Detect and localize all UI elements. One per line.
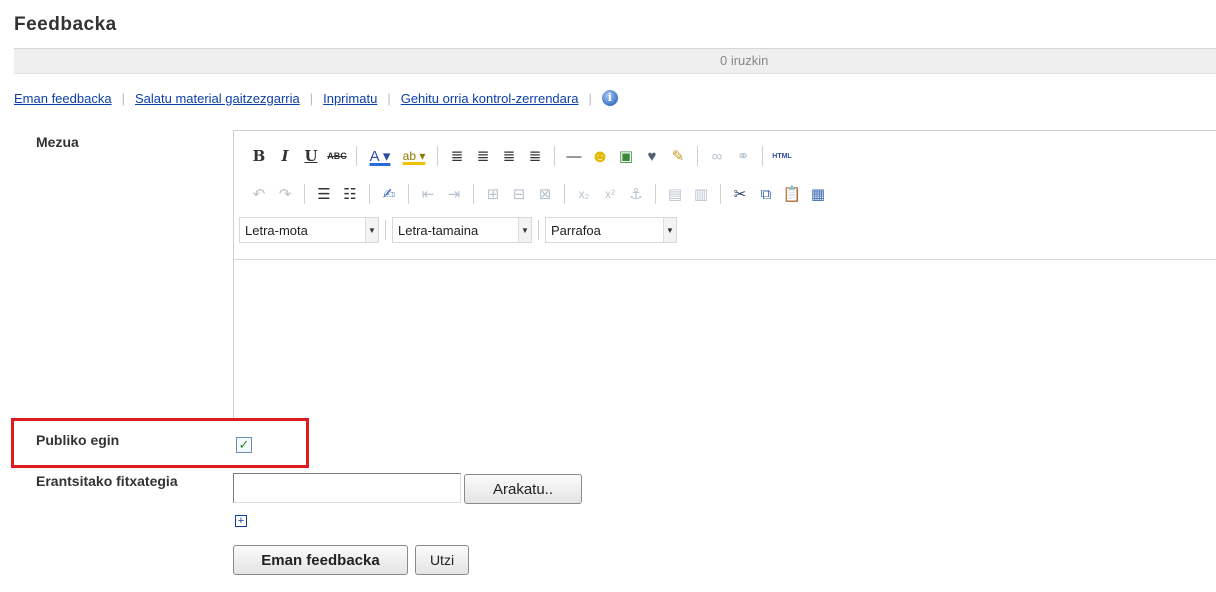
- public-label: Publiko egin: [36, 432, 120, 448]
- font-size-select[interactable]: Letra-tamaina ▼: [392, 217, 532, 243]
- paste-icon[interactable]: 📋: [779, 182, 805, 206]
- toolbar-separator: [304, 184, 305, 204]
- toolbar-separator: [369, 184, 370, 204]
- copy-icon[interactable]: ⧉: [753, 182, 779, 206]
- font-family-select[interactable]: Letra-mota ▼: [239, 217, 379, 243]
- page-title: Feedbacka: [14, 14, 117, 35]
- toolbar-separator: [408, 184, 409, 204]
- font-family-value: Letra-mota: [245, 222, 308, 238]
- align-right-icon[interactable]: ≣: [496, 144, 522, 168]
- font-size-value: Letra-tamaina: [398, 222, 479, 238]
- emoticon-icon[interactable]: ☻: [587, 144, 613, 168]
- print-link[interactable]: Inprimatu: [323, 91, 377, 106]
- message-label: Mezua: [36, 134, 79, 150]
- subscript-icon[interactable]: x₂: [571, 182, 597, 206]
- separator: |: [387, 90, 391, 106]
- highlight-icon[interactable]: ab ▾: [397, 144, 431, 168]
- redo-icon[interactable]: ↷: [272, 182, 298, 206]
- attachment-file-input[interactable]: [233, 473, 461, 503]
- italic-icon[interactable]: I: [272, 144, 298, 168]
- select-all-icon[interactable]: ▤: [662, 182, 688, 206]
- info-icon[interactable]: i: [601, 90, 618, 106]
- underline-icon[interactable]: U: [298, 144, 324, 168]
- paragraph-format-select[interactable]: Parrafoa ▼: [545, 217, 677, 243]
- bullet-list-icon[interactable]: ☰: [311, 182, 337, 206]
- submit-feedback-button[interactable]: Eman feedbacka: [233, 545, 408, 575]
- add-checklist-link[interactable]: Gehitu orria kontrol-zerrendara: [401, 91, 579, 106]
- chevron-down-icon: ▼: [663, 218, 676, 242]
- superscript-icon[interactable]: x²: [597, 182, 623, 206]
- chevron-down-icon: ▼: [365, 218, 378, 242]
- editor-content-area[interactable]: [234, 259, 1216, 420]
- bold-icon[interactable]: B: [246, 144, 272, 168]
- toolbar-separator: [473, 184, 474, 204]
- give-feedback-link[interactable]: Eman feedbacka: [14, 91, 112, 106]
- justify-icon[interactable]: ≣: [522, 144, 548, 168]
- separator: |: [121, 90, 125, 106]
- chevron-down-icon: ▼: [518, 218, 531, 242]
- html-icon[interactable]: HTML: [769, 144, 795, 168]
- edit-icon[interactable]: ✍: [376, 182, 402, 206]
- source-icon[interactable]: ▥: [688, 182, 714, 206]
- toolbar-separator: [554, 146, 555, 166]
- browse-button[interactable]: Arakatu..: [464, 474, 582, 504]
- comment-count: 0 iruzkin: [720, 53, 769, 68]
- paste-word-icon[interactable]: ▦: [805, 182, 831, 206]
- outdent-icon[interactable]: ⇤: [415, 182, 441, 206]
- indent-icon[interactable]: ⇥: [441, 182, 467, 206]
- toolbar-separator: [538, 220, 539, 240]
- eraser-icon[interactable]: ✎: [665, 144, 691, 168]
- editor-toolbar-row-1: B I U ABC A ▾ ab ▾ ≣ ≣ ≣ ≣ — ☻ ▣ ♥ ✎ ∞ ⚭…: [246, 143, 795, 169]
- editor-toolbar-row-3: Letra-mota ▼ Letra-tamaina ▼ Parrafoa ▼: [239, 217, 677, 243]
- horizontal-rule-icon[interactable]: —: [561, 144, 587, 168]
- rich-text-editor: B I U ABC A ▾ ab ▾ ≣ ≣ ≣ ≣ — ☻ ▣ ♥ ✎ ∞ ⚭…: [233, 130, 1216, 420]
- toolbar-separator: [437, 146, 438, 166]
- undo-icon[interactable]: ↶: [246, 182, 272, 206]
- cut-icon[interactable]: ✂: [727, 182, 753, 206]
- comment-count-bar: 0 iruzkin: [14, 48, 1216, 74]
- cell-icon[interactable]: ⊟: [506, 182, 532, 206]
- image-icon[interactable]: ▣: [613, 144, 639, 168]
- action-links: Eman feedbacka | Salatu material gaitzez…: [14, 90, 618, 106]
- table-icon[interactable]: ⊞: [480, 182, 506, 206]
- attachment-label: Erantsitako fitxategia: [36, 473, 178, 489]
- toolbar-separator: [356, 146, 357, 166]
- cancel-button[interactable]: Utzi: [415, 545, 469, 575]
- strikethrough-icon[interactable]: ABC: [324, 144, 350, 168]
- numbered-list-icon[interactable]: ☷: [337, 182, 363, 206]
- toolbar-separator: [720, 184, 721, 204]
- editor-toolbar-row-2: ↶ ↷ ☰ ☷ ✍ ⇤ ⇥ ⊞ ⊟ ⊠ x₂ x² ⚓ ▤ ▥ ✂ ⧉ 📋 ▦: [246, 181, 831, 207]
- anchor-icon[interactable]: ⚓: [623, 182, 649, 206]
- toolbar-separator: [697, 146, 698, 166]
- paragraph-format-value: Parrafoa: [551, 222, 601, 238]
- unlink-icon[interactable]: ⚭: [730, 144, 756, 168]
- report-material-link[interactable]: Salatu material gaitzezgarria: [135, 91, 300, 106]
- toolbar-separator: [385, 220, 386, 240]
- separator: |: [588, 90, 592, 106]
- toolbar-separator: [762, 146, 763, 166]
- align-left-icon[interactable]: ≣: [444, 144, 470, 168]
- separator: |: [309, 90, 314, 106]
- font-color-icon[interactable]: A ▾: [363, 144, 397, 168]
- row-icon[interactable]: ⊠: [532, 182, 558, 206]
- toolbar-separator: [564, 184, 565, 204]
- add-attachment-link[interactable]: +: [235, 515, 247, 527]
- align-center-icon[interactable]: ≣: [470, 144, 496, 168]
- clean-icon[interactable]: ♥: [639, 144, 665, 168]
- public-checkbox[interactable]: ✓: [236, 437, 252, 453]
- toolbar-separator: [655, 184, 656, 204]
- link-icon[interactable]: ∞: [704, 144, 730, 168]
